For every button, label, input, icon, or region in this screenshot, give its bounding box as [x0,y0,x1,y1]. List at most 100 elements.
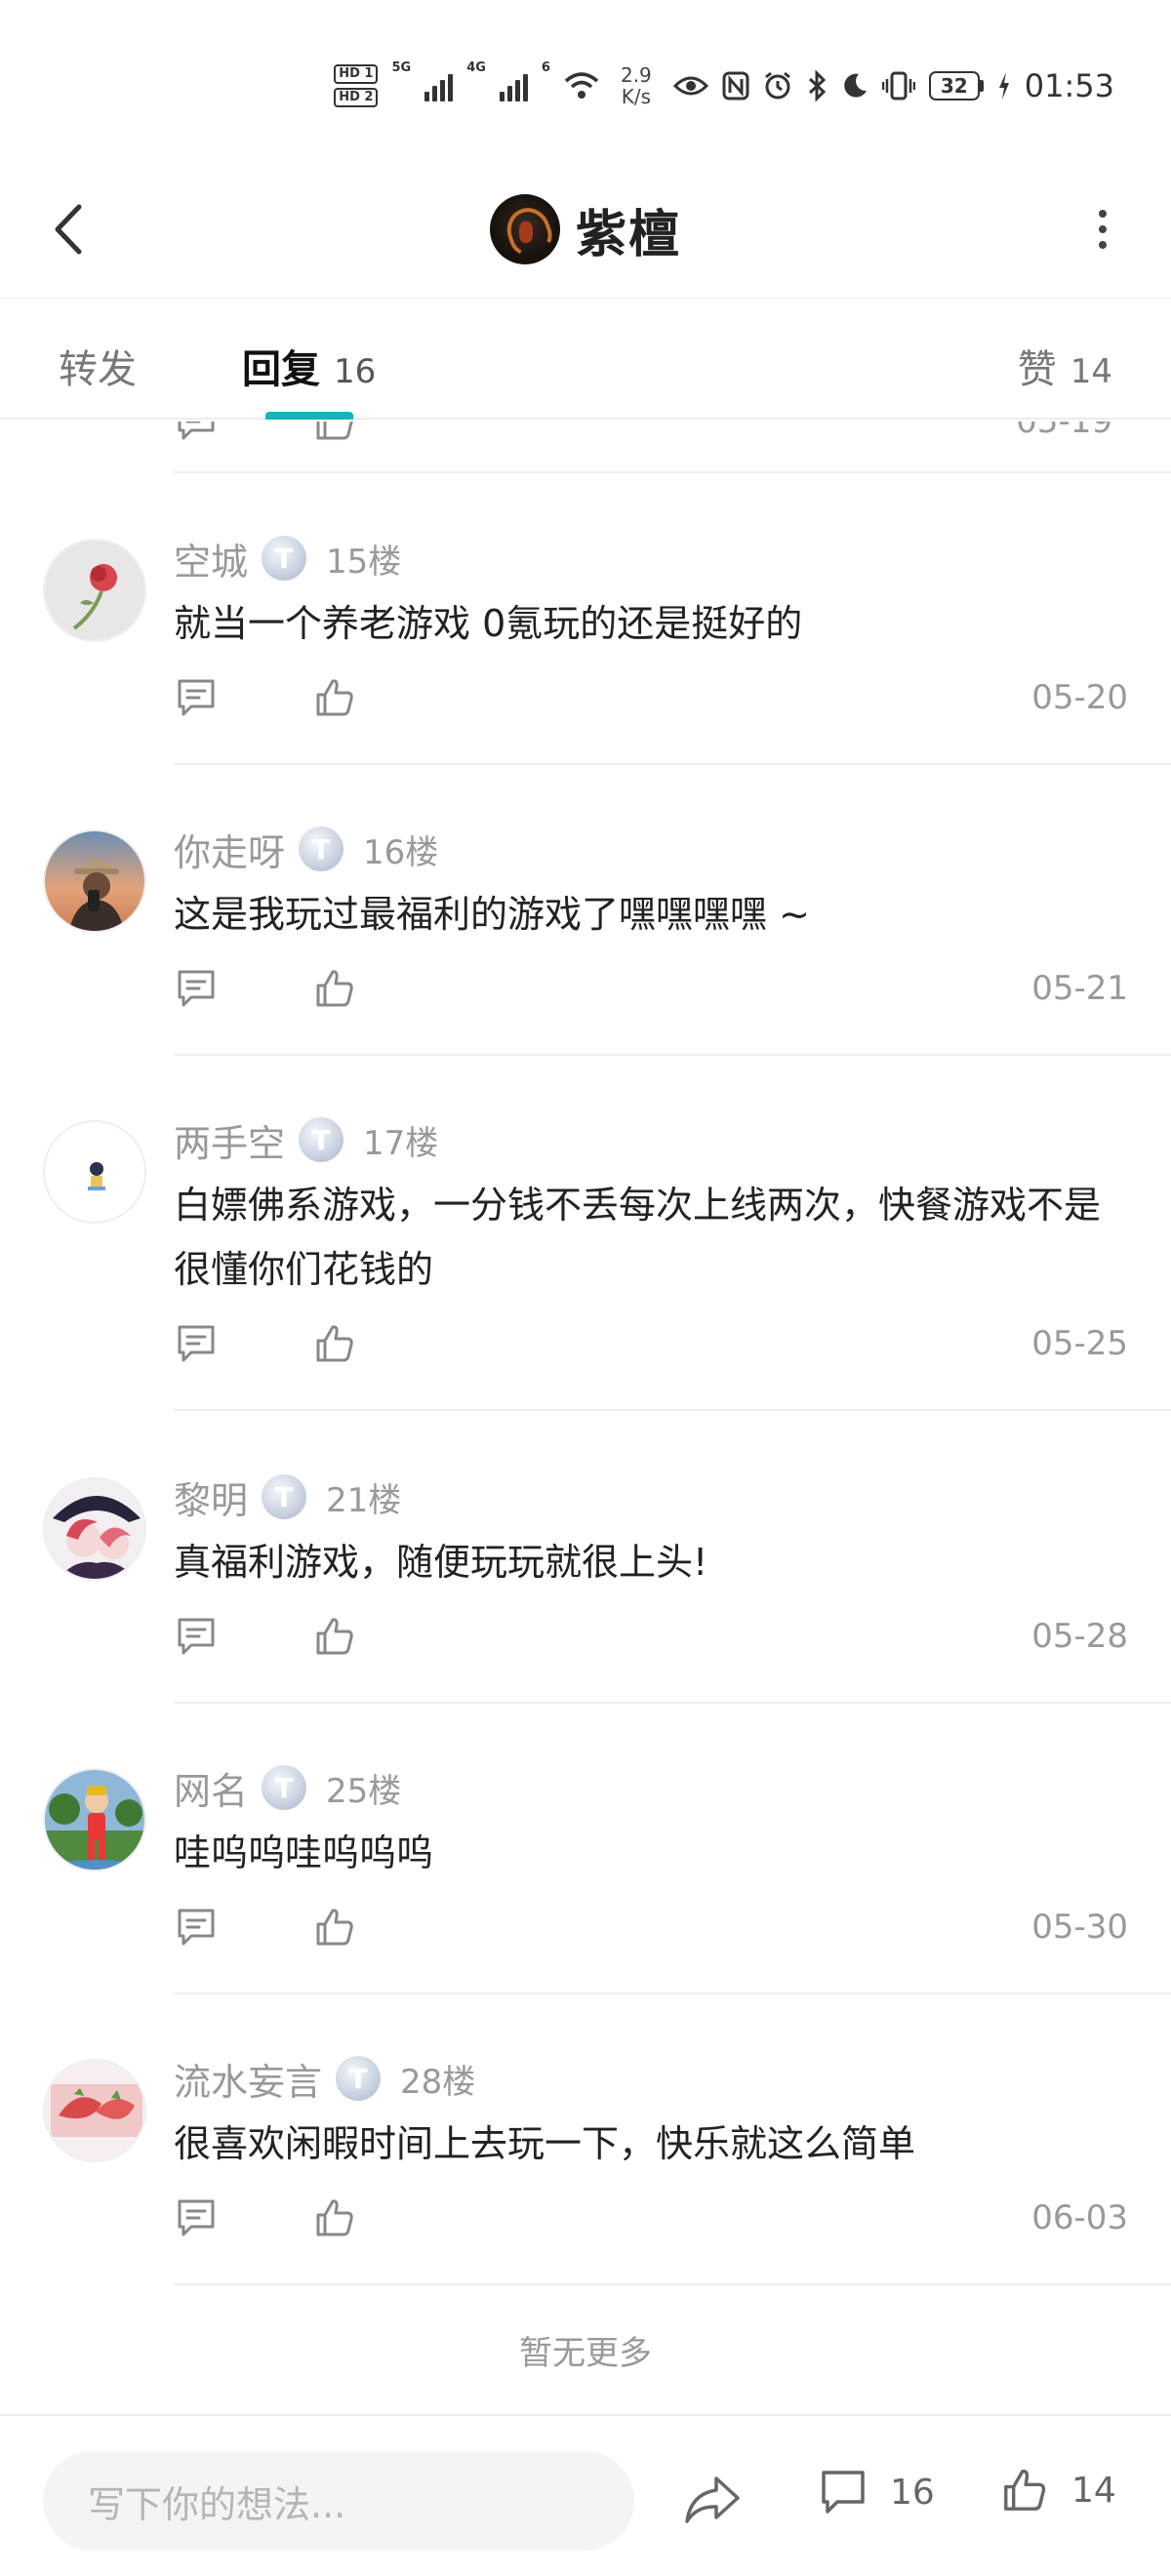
tab-like-count: 14 [1070,352,1112,391]
commenter-name[interactable]: 黎明 [174,1470,248,1524]
thumbs-up-icon[interactable] [312,422,357,444]
user-level-badge: T [262,536,307,581]
signal-4g-icon [499,70,528,101]
user-level-badge: T [262,1765,307,1810]
thumbs-up-icon[interactable] [312,2195,357,2240]
like-count-button[interactable]: 14 [999,2465,1116,2516]
comment-icon[interactable] [174,1321,219,1366]
divider [174,763,1171,765]
status-bar: HD 1 HD 2 5G 4G 6 2.9 K/s 32 01:53 [0,0,1171,161]
more-options-button[interactable] [1073,190,1132,268]
more-dot-icon [1099,225,1107,233]
net-4g-label: 4G [466,60,486,75]
comment-count: 16 [890,2472,935,2513]
bottom-action-bar: 写下你的想法... 16 14 [0,2414,1171,2576]
eye-icon [672,76,708,96]
comment-text: 就当一个养老游戏 0氪玩的还是挺好的 [174,602,803,645]
comment-icon[interactable] [174,1614,219,1659]
comment-avatar[interactable] [43,829,146,933]
divider [174,1409,1171,1411]
net-speed-unit: K/s [621,85,652,108]
hd-indicator: HD 1 HD 2 [334,64,379,107]
wifi-icon [564,72,599,99]
user-level-badge: T [299,826,344,871]
tab-reply-count: 16 [334,352,377,391]
commenter-name[interactable]: 网名 [174,1761,248,1815]
comment-date: 05-20 [1031,678,1128,717]
thumbs-up-icon[interactable] [312,1614,357,1659]
tab-reply-label: 回复 [242,347,320,392]
divider [174,1054,1171,1056]
active-tab-indicator [265,412,353,420]
thumbs-up-icon[interactable] [312,966,357,1011]
commenter-name[interactable]: 两手空 [174,1113,285,1167]
net-speed: 2.9 K/s [621,64,652,107]
comment-input-placeholder: 写下你的想法... [88,2482,346,2526]
floor-number: 21楼 [326,1480,402,1520]
alarm-icon [764,71,790,100]
tab-like[interactable]: 赞 14 [1018,338,1112,394]
comment-text: 很喜欢闲暇时间上去玩一下，快乐就这么简单 [174,2122,916,2165]
comment-avatar[interactable] [43,539,146,642]
bluetooth-icon [808,70,826,101]
divider [174,471,1171,473]
user-avatar[interactable] [489,194,560,264]
comment-icon[interactable] [174,422,219,444]
commenter-name[interactable]: 你走呀 [174,823,285,876]
comment-date: 05-25 [1031,1324,1128,1363]
battery-icon: 32 [928,71,984,101]
nfc-icon [722,71,749,101]
no-more-text: 暂无更多 [519,2334,652,2373]
floor-number: 15楼 [326,542,402,582]
clock-time: 01:53 [1024,67,1114,104]
charging-icon [998,72,1009,100]
tab-forward-label: 转发 [59,347,137,392]
vibrate-icon [881,71,915,101]
page-title: 紫檀 [575,205,681,264]
comment-date: 05-19 [1016,422,1112,441]
share-button[interactable] [683,2473,742,2527]
comment-icon[interactable] [174,2195,219,2240]
floor-number: 16楼 [363,832,439,872]
divider [174,2283,1171,2285]
comment-text: 真福利游戏，随便玩玩就很上头! [174,1541,708,1584]
tab-forward[interactable]: 转发 [59,338,137,394]
floor-number: 17楼 [363,1123,439,1163]
net-5g-label: 5G [391,60,412,75]
commenter-name[interactable]: 空城 [174,532,248,585]
comment-icon[interactable] [174,966,219,1011]
commenter-name[interactable]: 流水妄言 [174,2052,322,2106]
user-level-badge: T [336,2056,382,2101]
like-count: 14 [1071,2470,1116,2511]
user-level-badge: T [262,1474,307,1519]
comment-avatar[interactable] [43,1768,146,1872]
comment-list[interactable]: 05-19 空城 T 15楼 就当一个养老游戏 0氪玩的还是挺好的 05-20 [0,422,1171,2414]
comment-date: 05-28 [1031,1617,1128,1656]
thumbs-up-icon[interactable] [312,1905,357,1950]
tab-like-label: 赞 [1017,347,1057,392]
battery-level: 32 [928,71,980,101]
comment-avatar[interactable] [43,1120,146,1224]
comment-date: 05-21 [1031,969,1128,1008]
comment-text: 白嫖佛系游戏，一分钱不丢每次上线两次，快餐游戏不是很懂你们花钱的 [174,1184,1102,1291]
tab-reply[interactable]: 回复 16 [242,338,376,394]
comment-count-button[interactable]: 16 [818,2467,935,2517]
comment-icon[interactable] [174,1905,219,1950]
comment-icon[interactable] [174,675,219,720]
more-dot-icon [1099,210,1107,218]
share-arrow-icon [685,2476,740,2523]
top-nav-bar: 紫檀 [0,161,1171,298]
comment-avatar[interactable] [43,1477,146,1581]
divider [174,1992,1171,1994]
net-speed-value: 2.9 [620,63,652,87]
comment-icon [822,2471,865,2514]
comment-input[interactable]: 写下你的想法... [43,2451,634,2551]
thumbs-up-icon[interactable] [312,675,357,720]
signal-5g-icon [424,70,454,101]
page-title-group[interactable]: 紫檀 [0,182,1171,276]
thumbs-up-icon[interactable] [312,1321,357,1366]
divider [174,1702,1171,1704]
hd1-label: HD 1 [334,64,379,84]
comment-partial-row: 05-19 [0,422,1171,472]
comment-avatar[interactable] [43,2059,146,2162]
